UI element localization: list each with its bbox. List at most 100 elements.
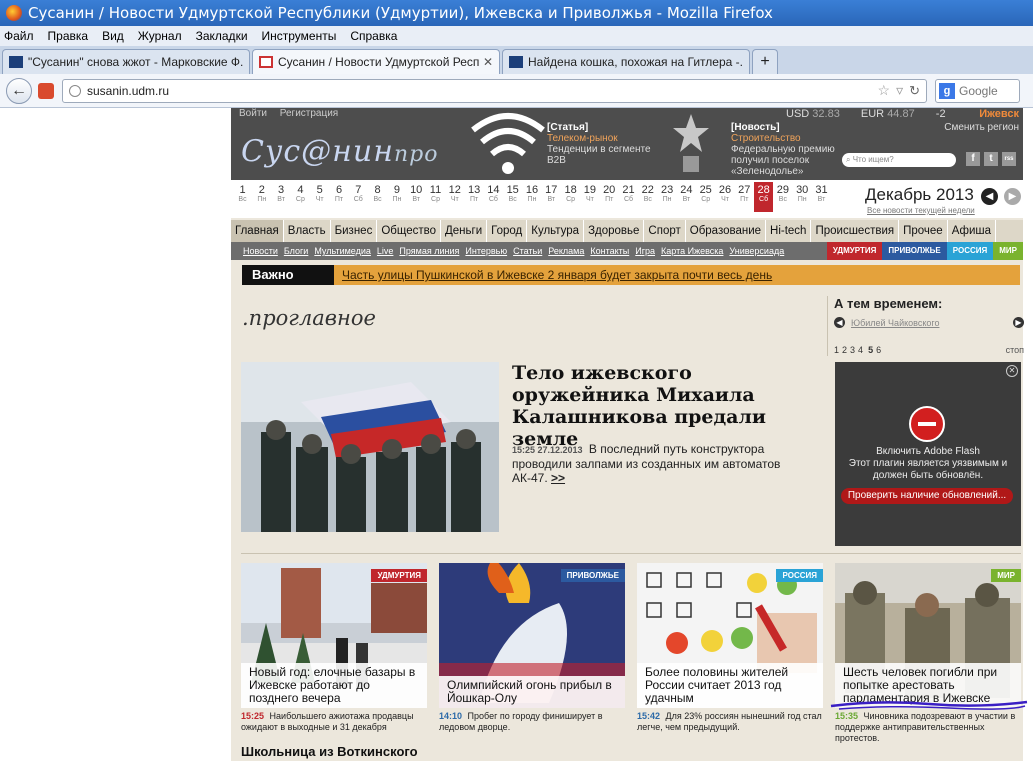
subnav-multimedia[interactable]: Мультимедиа: [314, 246, 371, 256]
nav-health[interactable]: Здоровье: [584, 220, 645, 242]
card-title[interactable]: Олимпийский огонь прибыл в Йошкар-Олу: [439, 676, 625, 708]
url-text[interactable]: susanin.udm.ru: [87, 84, 878, 98]
tab-1[interactable]: "Сусанин" снова жжот - Марковские Ф...: [2, 49, 250, 74]
menu-edit[interactable]: Правка: [48, 29, 89, 43]
tab-3[interactable]: Найдена кошка, похожая на Гитлера -...: [502, 49, 750, 74]
card-region-tag[interactable]: РОССИЯ: [776, 569, 823, 582]
calendar-next-icon[interactable]: ▶: [1004, 188, 1021, 205]
nav-incidents[interactable]: Происшествия: [811, 220, 900, 242]
calendar-day[interactable]: 4 Ср: [291, 184, 310, 203]
news-card-udmurtia[interactable]: УДМУРТИЯ Новый год: елочные базары в Иже…: [241, 563, 427, 708]
back-button[interactable]: ←: [6, 77, 32, 104]
calendar-day[interactable]: 5 Чт: [310, 184, 329, 203]
calendar-day[interactable]: 14 Сб: [484, 184, 503, 203]
subnav-direct-line[interactable]: Прямая линия: [399, 246, 459, 256]
calendar-day[interactable]: 3 Вт: [272, 184, 291, 203]
page-1[interactable]: 1: [834, 345, 839, 355]
menu-history[interactable]: Журнал: [138, 29, 182, 43]
region-tag-russia[interactable]: РОССИЯ: [946, 242, 994, 260]
calendar-day[interactable]: 2 Пн: [252, 184, 271, 203]
check-updates-button[interactable]: Проверить наличие обновлений...: [841, 488, 1013, 504]
nav-home[interactable]: Главная: [231, 220, 284, 242]
calendar-day[interactable]: 24 Вт: [677, 184, 696, 203]
close-tab-icon[interactable]: ✕: [483, 55, 493, 69]
calendar-day[interactable]: 8 Вс: [368, 184, 387, 203]
page-4[interactable]: 4: [858, 345, 863, 355]
top-story-photo[interactable]: [241, 362, 499, 532]
flash-title[interactable]: Включить Adobe Flash: [835, 446, 1021, 458]
addon-icon[interactable]: [38, 82, 54, 99]
news-card-world[interactable]: МИР Шесть человек погибли при попытке ар…: [835, 563, 1021, 708]
calendar-day[interactable]: 27 Пт: [735, 184, 754, 203]
calendar-day[interactable]: 28 Сб: [754, 182, 774, 212]
page-2[interactable]: 2: [842, 345, 847, 355]
card-region-tag[interactable]: ПРИВОЛЖЬЕ: [560, 569, 625, 582]
site-search-input[interactable]: ⌕ Что ищем?: [842, 153, 956, 167]
calendar-day[interactable]: 30 Пн: [793, 184, 812, 203]
menu-tools[interactable]: Инструменты: [262, 29, 337, 43]
meanwhile-prev-icon[interactable]: ◀: [834, 317, 845, 328]
page-6[interactable]: 6: [876, 345, 881, 355]
subnav-live[interactable]: Live: [377, 246, 394, 256]
calendar-day[interactable]: 21 Сб: [619, 184, 638, 203]
all-week-news-link[interactable]: Все новости текущей недели: [867, 206, 975, 215]
meanwhile-stop[interactable]: стоп: [1006, 345, 1024, 355]
subnav-ads[interactable]: Реклама: [548, 246, 584, 256]
subnav-blogs[interactable]: Блоги: [284, 246, 308, 256]
nav-power[interactable]: Власть: [284, 220, 331, 242]
reload-icon[interactable]: ↻: [909, 83, 920, 99]
search-bar[interactable]: g Google: [935, 78, 1020, 103]
register-link[interactable]: Регистрация: [280, 108, 338, 119]
calendar-day[interactable]: 1 Вс: [233, 184, 252, 203]
top-story-headline[interactable]: Тело ижевского оружейника Михаила Калашн…: [512, 362, 812, 450]
news-card-volga[interactable]: ПРИВОЛЖЬЕ Олимпийский огонь прибыл в Йош…: [439, 563, 625, 708]
menu-bookmarks[interactable]: Закладки: [196, 29, 248, 43]
calendar-day[interactable]: 10 Вт: [407, 184, 426, 203]
url-bar[interactable]: susanin.udm.ru ☆ ▿ ↻: [62, 78, 927, 103]
subnav-news[interactable]: Новости: [243, 246, 278, 256]
menu-view[interactable]: Вид: [102, 29, 124, 43]
site-logo[interactable]: Сус@нинпро: [241, 134, 439, 169]
calendar-day[interactable]: 17 Вт: [542, 184, 561, 203]
rss-icon[interactable]: rss: [1002, 152, 1016, 166]
card-title[interactable]: Более половины жителей России считает 20…: [637, 663, 823, 708]
subnav-contacts[interactable]: Контакты: [590, 246, 629, 256]
subnav-articles[interactable]: Статьи: [513, 246, 542, 256]
nav-events[interactable]: Афиша: [948, 220, 997, 242]
nav-city[interactable]: Город: [487, 220, 528, 242]
nav-other[interactable]: Прочее: [899, 220, 948, 242]
subnav-map[interactable]: Карта Ижевска: [661, 246, 723, 256]
subnav-game[interactable]: Игра: [635, 246, 655, 256]
calendar-day[interactable]: 7 Сб: [349, 184, 368, 203]
meanwhile-link[interactable]: Юбилей Чайковского: [851, 318, 1007, 328]
nav-business[interactable]: Бизнес: [331, 220, 378, 242]
calendar-day[interactable]: 12 Чт: [445, 184, 464, 203]
calendar-day[interactable]: 25 Ср: [696, 184, 715, 203]
calendar-day[interactable]: 9 Пн: [387, 184, 406, 203]
news-card-russia[interactable]: РОССИЯ Более половины жителей России счи…: [637, 563, 823, 708]
region-tag-world[interactable]: МИР: [993, 242, 1023, 260]
subnav-universiade[interactable]: Универсиада: [729, 246, 784, 256]
new-tab-button[interactable]: +: [752, 49, 778, 74]
subnav-interview[interactable]: Интервью: [465, 246, 507, 256]
calendar-day[interactable]: 11 Ср: [426, 184, 445, 203]
change-region-link[interactable]: Сменить регион: [944, 122, 1019, 133]
dropdown-icon[interactable]: ▿: [896, 82, 903, 99]
menu-file[interactable]: Файл: [4, 29, 34, 43]
region-tag-udmurtia[interactable]: УДМУРТИЯ: [826, 242, 883, 260]
read-more-link[interactable]: >>: [551, 471, 565, 485]
promo-news[interactable]: [Новость] Строительство Федеральную прем…: [731, 122, 841, 177]
calendar-day[interactable]: 26 Чт: [716, 184, 735, 203]
calendar-day[interactable]: 23 Пн: [658, 184, 677, 203]
calendar-day[interactable]: 19 Чт: [580, 184, 599, 203]
promo-article[interactable]: [Статья] Телеком-рынок Тенденции в сегме…: [547, 122, 667, 166]
login-link[interactable]: Войти: [239, 108, 267, 119]
calendar-day[interactable]: 31 Вт: [812, 184, 831, 203]
nav-money[interactable]: Деньги: [441, 220, 488, 242]
nav-culture[interactable]: Культура: [527, 220, 585, 242]
card-region-tag[interactable]: МИР: [991, 569, 1021, 582]
bottom-headline[interactable]: Школьница из Воткинского: [241, 744, 418, 759]
calendar-day[interactable]: 13 Пт: [465, 184, 484, 203]
nav-education[interactable]: Образование: [686, 220, 767, 242]
page-3[interactable]: 3: [850, 345, 855, 355]
